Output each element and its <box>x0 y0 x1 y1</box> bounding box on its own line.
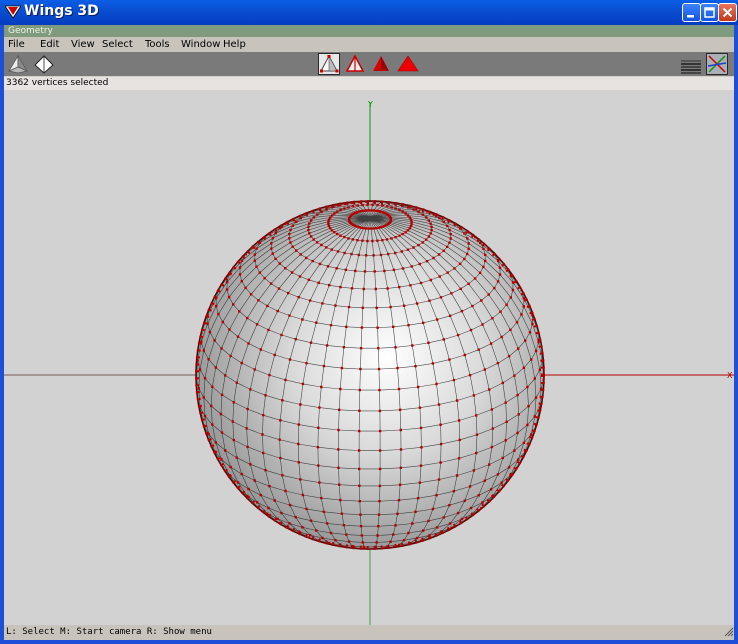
groundplane-toggle-icon <box>681 60 701 74</box>
geometry-window-title: Geometry <box>8 26 53 36</box>
maximize-button[interactable] <box>700 3 719 22</box>
edge-mode-icon <box>345 54 365 72</box>
sphere-mesh[interactable] <box>195 200 545 551</box>
close-button[interactable] <box>718 3 737 22</box>
geometry-window-bar[interactable]: Geometry <box>4 25 734 37</box>
menu-window[interactable]: Window <box>181 38 220 51</box>
window-title: Wings 3D <box>24 3 99 19</box>
menu-view[interactable]: View <box>71 38 95 51</box>
selection-info-text: 3362 vertices selected <box>6 78 109 88</box>
geometry-viewport[interactable]: Y X <box>4 90 734 626</box>
toolbar <box>4 52 734 76</box>
menu-help[interactable]: Help <box>223 38 246 51</box>
edge-mode-button[interactable] <box>344 53 366 75</box>
axes-toggle-icon <box>707 55 727 73</box>
menu-edit[interactable]: Edit <box>40 38 59 51</box>
status-bar: L: Select M: Start camera R: Show menu <box>4 625 734 640</box>
wireframe-view-icon <box>34 55 54 74</box>
application-window: Wings 3D Geometry File Edit View Select … <box>0 0 738 644</box>
minimize-button[interactable] <box>682 3 701 22</box>
vertex-mode-icon <box>320 54 339 73</box>
y-axis-label: Y <box>367 100 373 109</box>
menu-file[interactable]: File <box>8 38 25 51</box>
viewport-canvas[interactable]: Y X <box>4 90 734 626</box>
title-bar[interactable]: Wings 3D <box>0 0 738 25</box>
mouse-hint-text: L: Select M: Start camera R: Show menu <box>6 627 212 637</box>
vertex-mode-button[interactable] <box>318 53 340 75</box>
close-icon <box>722 7 733 18</box>
client-area: Geometry File Edit View Select Tools Win… <box>4 25 734 640</box>
face-mode-icon <box>373 56 389 71</box>
wings-app-icon[interactable] <box>5 5 21 19</box>
smooth-shaded-view-icon <box>7 54 29 74</box>
groundplane-button[interactable] <box>680 53 702 75</box>
wireframe-button[interactable] <box>33 53 55 75</box>
x-axis-label: X <box>727 371 733 380</box>
menu-tools[interactable]: Tools <box>145 38 170 51</box>
menu-bar: File Edit View Select Tools Window Help <box>4 37 734 52</box>
smooth-shaded-button[interactable] <box>7 53 29 75</box>
resize-grip-icon[interactable] <box>722 625 734 637</box>
minimize-icon <box>687 15 694 18</box>
body-mode-button[interactable] <box>396 53 419 75</box>
body-mode-icon <box>397 55 419 72</box>
face-mode-button[interactable] <box>370 53 392 75</box>
maximize-icon <box>704 7 715 18</box>
menu-select[interactable]: Select <box>102 38 133 51</box>
info-line: 3362 vertices selected <box>4 77 734 90</box>
axes-button[interactable] <box>706 53 728 75</box>
